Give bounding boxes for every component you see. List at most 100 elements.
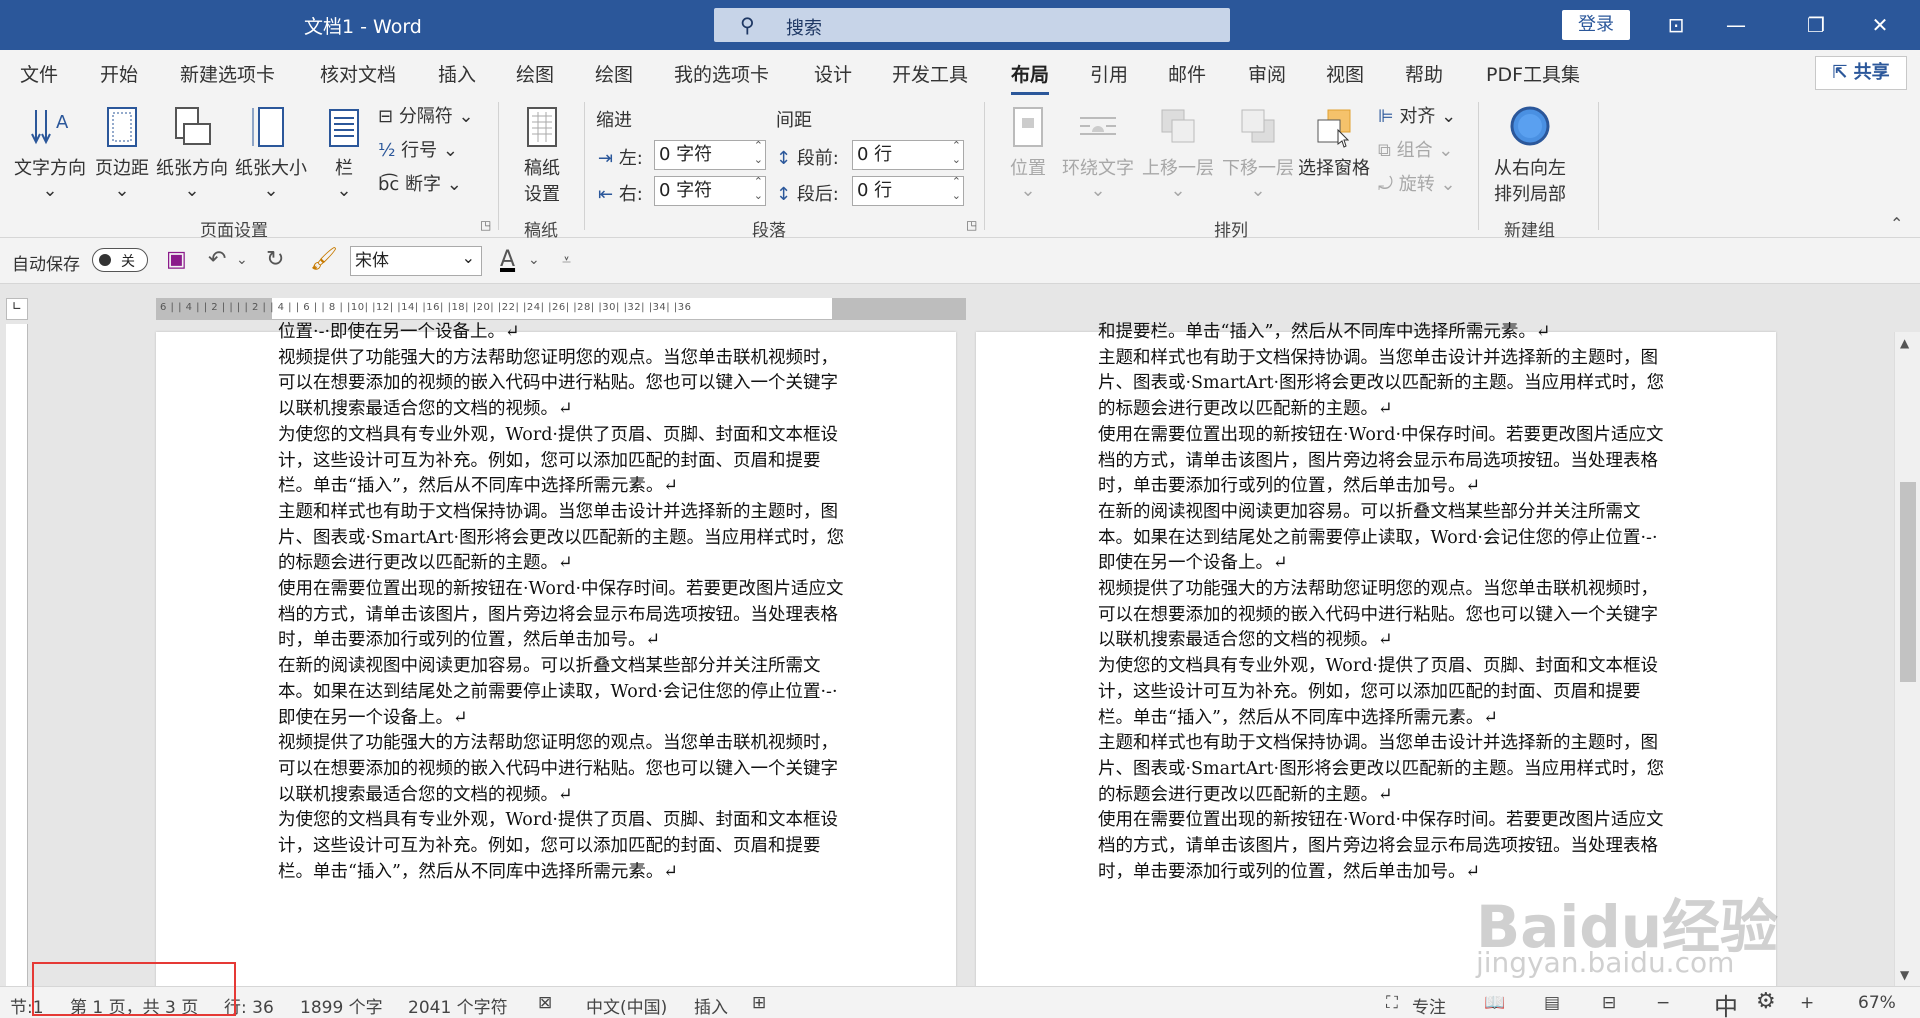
blue-circle-icon (1510, 106, 1550, 146)
indent-right-input[interactable]: 0 字符 (654, 175, 766, 206)
focus-icon[interactable]: ⛶ (1386, 993, 1398, 1013)
chevron-down-icon: ⌄ (336, 180, 352, 201)
share-button[interactable]: ⇱ 共享 (1815, 56, 1907, 90)
status-focus[interactable]: 专注 (1412, 993, 1446, 1018)
spacing-before-input[interactable]: 0 行 (852, 139, 964, 170)
group-objects-button[interactable]: ⧉ 组合 ⌄ (1378, 136, 1453, 162)
zoom-out-button[interactable]: − (1656, 993, 1670, 1013)
macro-icon[interactable]: ⊞ (752, 993, 766, 1013)
hyphenation-button[interactable]: b͡c 断字 ⌄ (378, 170, 462, 196)
tab-home[interactable]: 开始 (100, 60, 138, 87)
rotate-button[interactable]: ⤾ 旋转 ⌄ (1378, 170, 1456, 196)
status-language[interactable]: 中文(中国) (586, 993, 667, 1018)
print-layout-icon[interactable]: ▤ (1544, 993, 1560, 1013)
close-icon[interactable]: ✕ (1860, 8, 1900, 42)
font-color-icon[interactable]: A (500, 247, 515, 272)
restore-icon[interactable]: ❐ (1796, 8, 1836, 42)
page-right-text[interactable]: 和提要栏。单击“插入”，然后从不同库中选择所需元素。↵ 主题和样式也有助于文档保… (1098, 320, 1668, 885)
bring-forward-button[interactable]: 上移一层 ⌄ (1142, 104, 1214, 201)
spacing-after-input[interactable]: 0 行 (852, 175, 964, 206)
tab-help[interactable]: 帮助 (1405, 60, 1443, 87)
read-mode-icon[interactable]: 📖 (1484, 993, 1505, 1013)
baidu-watermark: Baidu经验 jingyan.baidu.com (1476, 880, 1816, 980)
dialog-launcher-icon[interactable]: ◳ (480, 218, 491, 232)
page-left-text[interactable]: 位置·-·即使在另一个设备上。↵ 视频提供了功能强大的方法帮助您证明您的观点。当… (278, 320, 848, 885)
text-direction-button[interactable]: A 文字方向 ⌄ (14, 104, 86, 201)
scroll-up-icon[interactable]: ▲ (1900, 336, 1909, 350)
scroll-down-icon[interactable]: ▼ (1900, 968, 1909, 982)
spacing-after-icon: ↕ (776, 184, 797, 205)
font-select[interactable]: 宋体 (350, 244, 482, 276)
format-painter-icon[interactable]: 🖌 (310, 247, 338, 272)
font-color-dropdown-icon[interactable]: ⌄ (528, 252, 540, 268)
status-zoom[interactable]: 67% (1858, 993, 1896, 1013)
status-words[interactable]: 1899 个字 (300, 993, 383, 1018)
send-backward-button[interactable]: 下移一层 ⌄ (1222, 104, 1294, 201)
redo-icon[interactable]: ↻ (266, 247, 284, 272)
tab-selector-icon[interactable]: ∟ (6, 298, 28, 320)
align-button[interactable]: ⊫ 对齐 ⌄ (1378, 102, 1456, 128)
ribbon-display-icon[interactable]: ⊡ (1656, 8, 1696, 42)
tab-draw-2[interactable]: 绘图 (595, 60, 633, 87)
status-chars[interactable]: 2041 个字符 (408, 993, 508, 1018)
columns-icon (329, 109, 359, 147)
rtl-arrange-button[interactable]: 从右向左 排列局部 (1494, 104, 1566, 206)
vertical-ruler[interactable] (6, 324, 28, 986)
undo-dropdown-icon[interactable]: ⌄ (236, 252, 248, 268)
undo-icon[interactable]: ↶ (208, 247, 226, 272)
indent-left-input[interactable]: 0 字符 (654, 139, 766, 170)
tab-proofing[interactable]: 核对文档 (320, 60, 396, 87)
dialog-launcher-icon[interactable]: ◳ (966, 218, 977, 232)
status-insert-mode[interactable]: 插入 (694, 993, 728, 1018)
zoom-in-button[interactable]: + (1800, 993, 1814, 1013)
collapse-ribbon-icon[interactable]: ⌃ (1890, 214, 1903, 233)
tab-design[interactable]: 设计 (814, 60, 852, 87)
tab-view[interactable]: 视图 (1326, 60, 1364, 87)
margins-button[interactable]: 页边距 ⌄ (95, 104, 149, 201)
vertical-scrollbar[interactable]: ▲ ▼ (1894, 332, 1920, 986)
draft-settings-button[interactable]: 稿纸 设置 (520, 104, 564, 206)
draft-settings-label-2: 设置 (524, 184, 560, 205)
tab-file[interactable]: 文件 (20, 60, 58, 87)
size-icon (252, 107, 284, 147)
autosave-toggle[interactable]: 关 (92, 248, 148, 272)
tab-developer[interactable]: 开发工具 (892, 60, 968, 87)
chevron-down-icon: ⌄ (114, 180, 130, 201)
tab-new[interactable]: 新建选项卡 (180, 60, 275, 87)
ime-indicator[interactable]: 中 (1714, 987, 1738, 1018)
minimize-icon[interactable]: — (1716, 8, 1756, 42)
login-button[interactable]: 登录 (1562, 10, 1630, 40)
orientation-button[interactable]: 纸张方向 ⌄ (156, 104, 228, 201)
position-button[interactable]: 位置 ⌄ (1006, 104, 1050, 201)
tab-layout[interactable]: 布局 (1011, 60, 1050, 95)
line-numbers-label: 行号 (401, 140, 438, 161)
columns-button[interactable]: 栏 ⌄ (322, 104, 366, 201)
breaks-button[interactable]: ⊟ 分隔符 ⌄ (378, 102, 474, 128)
search-box[interactable]: ⚲ 搜索 (714, 8, 1230, 42)
tab-my[interactable]: 我的选项卡 (674, 60, 769, 87)
line-numbers-button[interactable]: ½ 行号 ⌄ (378, 136, 458, 162)
align-label: 对齐 (1399, 106, 1436, 127)
tab-mailings[interactable]: 邮件 (1168, 60, 1206, 87)
search-placeholder: 搜索 (786, 18, 822, 39)
size-button[interactable]: 纸张大小 ⌄ (235, 104, 307, 201)
web-layout-icon[interactable]: ⊟ (1602, 993, 1616, 1013)
gear-icon[interactable]: ⚙ (1756, 989, 1776, 1014)
tab-draw-1[interactable]: 绘图 (516, 60, 554, 87)
proofing-icon[interactable]: ⊠ (538, 993, 552, 1013)
scroll-thumb[interactable] (1900, 482, 1916, 682)
tab-pdf[interactable]: PDF工具集 (1486, 60, 1580, 87)
wrap-text-button[interactable]: 环绕文字 ⌄ (1062, 104, 1134, 201)
tab-insert[interactable]: 插入 (438, 60, 476, 87)
paragraph: 为使您的文档具有专业外观，Word·提供了页眉、页脚、封面和文本框设计，这些设计… (1098, 656, 1658, 728)
save-icon[interactable]: ▣ (166, 247, 187, 272)
tab-references[interactable]: 引用 (1090, 60, 1128, 87)
horizontal-ruler[interactable]: 6 | | 4 | | 2 | | | | 2 | | 4 | | 6 | | … (156, 298, 966, 320)
customize-toolbar-icon[interactable]: ⩡ (562, 250, 571, 270)
bring-forward-icon (1161, 109, 1195, 143)
rotate-label: 旋转 (1398, 174, 1435, 195)
ruler-margin-right (832, 298, 966, 320)
tab-review[interactable]: 审阅 (1248, 60, 1286, 87)
selection-pane-button[interactable]: 选择窗格 (1298, 104, 1370, 180)
rtl-label-1: 从右向左 (1494, 158, 1566, 179)
